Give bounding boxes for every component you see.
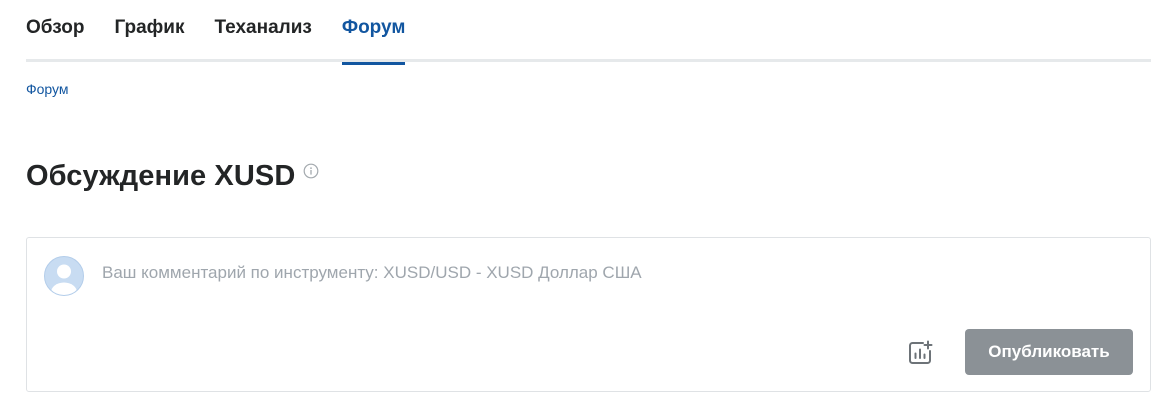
tab-overview[interactable]: Обзор [26,0,84,62]
user-avatar-icon [44,256,84,296]
publish-button[interactable]: Опубликовать [965,329,1133,375]
comment-box: Опубликовать [26,237,1151,392]
chart-add-icon[interactable] [904,337,936,369]
info-circle-icon[interactable] [303,163,319,179]
instrument-tabs: Обзор График Теханализ Форум [26,0,1151,65]
tab-technical-analysis[interactable]: Теханализ [215,0,312,62]
forum-page: Обзор График Теханализ Форум Форум Обсуж… [0,0,1176,409]
page-title: Обсуждение XUSD [26,160,296,192]
tab-forum[interactable]: Форум [341,0,405,65]
tab-chart[interactable]: График [114,0,184,62]
title-row: Обсуждение XUSD [26,160,319,193]
comment-input[interactable] [102,258,1132,288]
breadcrumb-forum-link[interactable]: Форум [26,81,69,97]
